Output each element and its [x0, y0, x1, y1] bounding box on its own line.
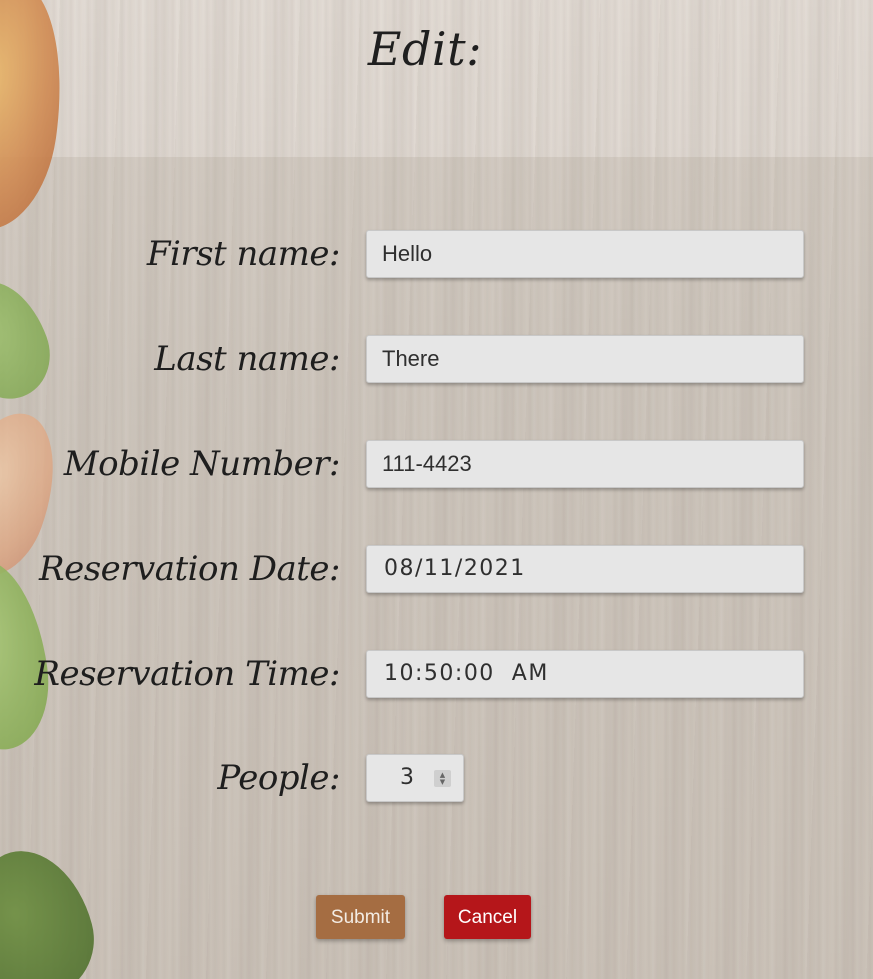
mobile-number-label: Mobile Number: — [63, 444, 341, 484]
spinner-down-icon[interactable]: ▼ — [434, 778, 451, 786]
first-name-input[interactable] — [366, 230, 804, 278]
mobile-number-row: Mobile Number: — [0, 440, 873, 490]
reservation-time-input[interactable]: 10:50:00 AM — [366, 650, 804, 698]
first-name-row: First name: — [0, 230, 873, 280]
reservation-time-label: Reservation Time: — [34, 654, 340, 694]
reservation-time-row: Reservation Time: 10:50:00 AM — [0, 650, 873, 700]
submit-button[interactable]: Submit — [316, 895, 405, 939]
last-name-label: Last name: — [154, 339, 340, 379]
people-label: People: — [217, 758, 340, 798]
people-number-input[interactable]: 3 ▲ ▼ — [366, 754, 464, 802]
reservation-date-label: Reservation Date: — [38, 549, 341, 589]
cancel-button[interactable]: Cancel — [444, 895, 531, 939]
last-name-row: Last name: — [0, 335, 873, 385]
page-title: Edit: — [367, 22, 483, 76]
page: { "page": { "title": "Edit:" }, "form": … — [0, 0, 873, 979]
reservation-date-input[interactable]: 08/11/2021 — [366, 545, 804, 593]
reservation-date-row: Reservation Date: 08/11/2021 — [0, 545, 873, 595]
mobile-number-input[interactable] — [366, 440, 804, 488]
last-name-input[interactable] — [366, 335, 804, 383]
first-name-label: First name: — [146, 234, 341, 274]
people-row: People: 3 ▲ ▼ — [0, 754, 873, 804]
updown-spinner-icon[interactable]: ▲ ▼ — [434, 770, 451, 787]
